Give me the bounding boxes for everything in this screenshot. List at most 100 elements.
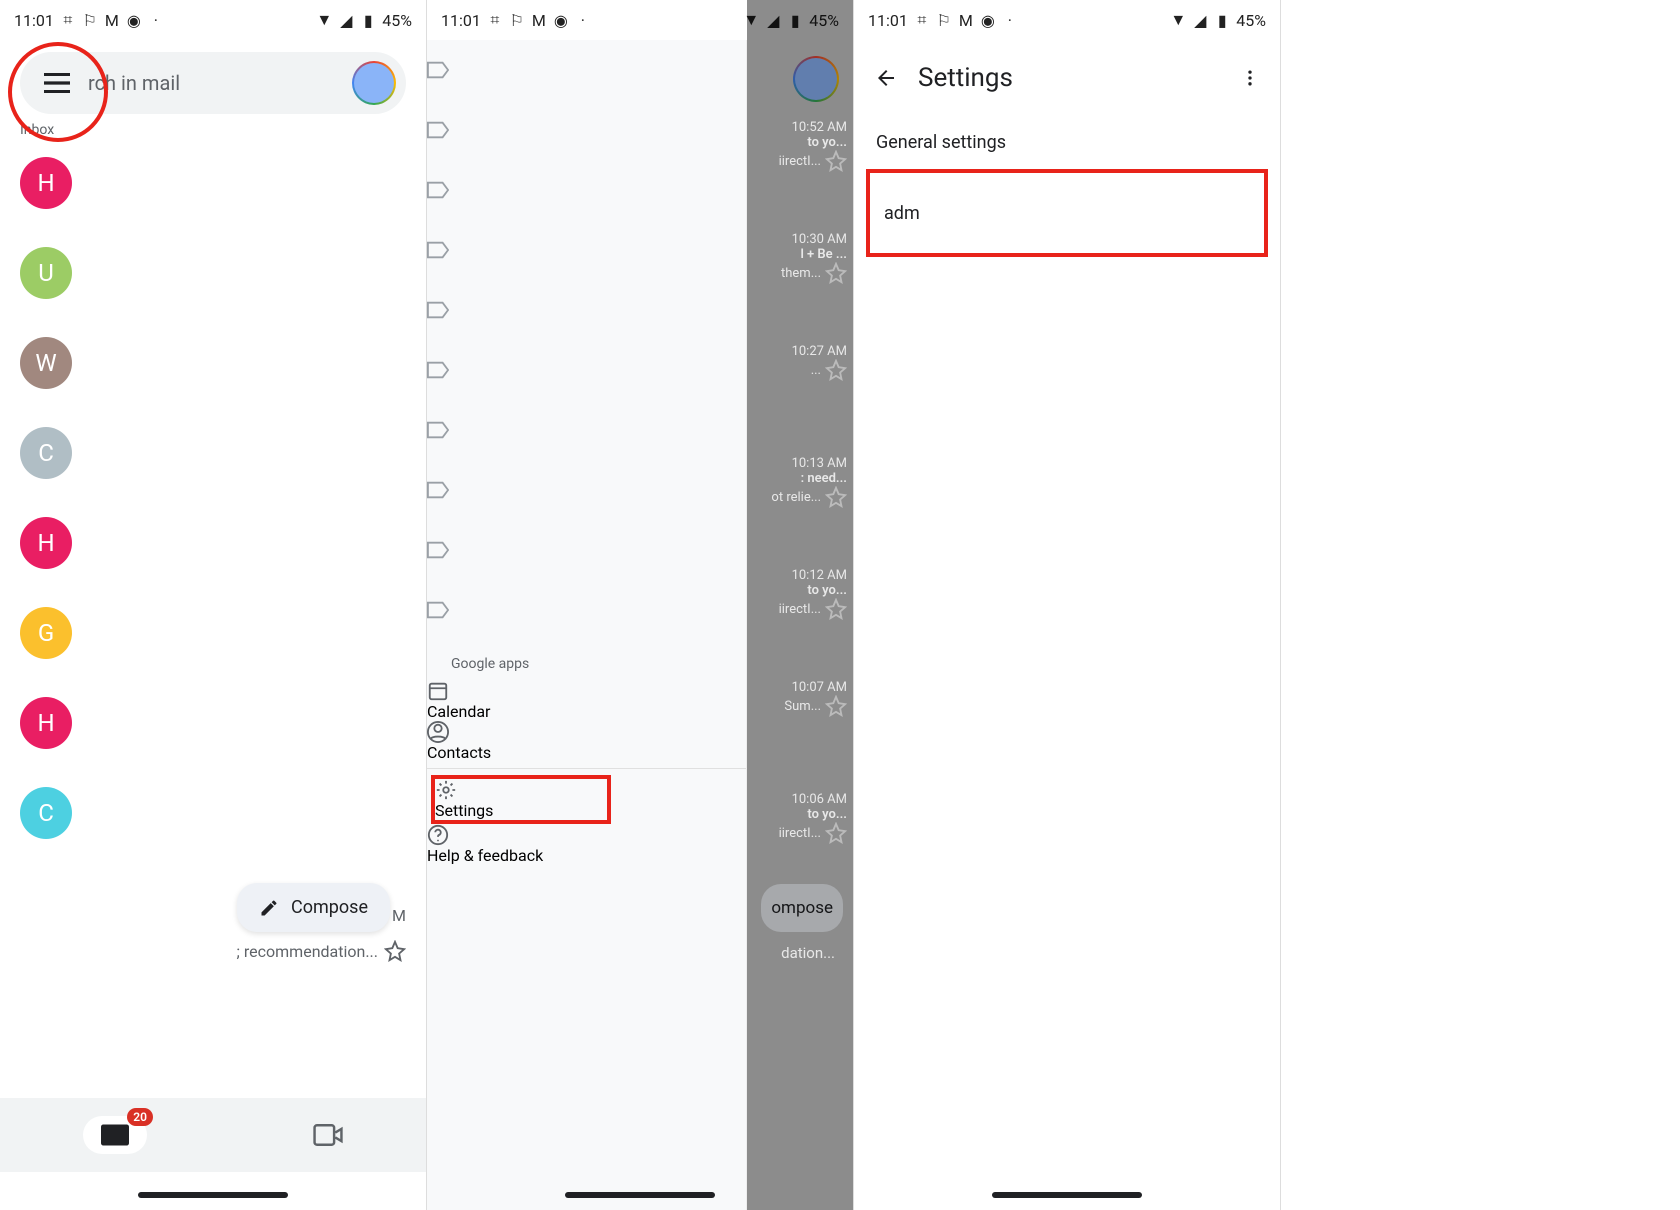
drawer-help[interactable]: Help & feedback — [427, 824, 746, 865]
peek-thread: 10:07 AMSum... — [733, 680, 847, 717]
label-icon — [427, 241, 449, 259]
star-icon — [825, 359, 847, 381]
search-placeholder: rch in mail — [88, 71, 180, 95]
home-indicator — [565, 1192, 715, 1198]
thread-row[interactable]: U — [0, 228, 426, 318]
sender-avatar: U — [20, 247, 72, 299]
slack-icon: ⌗ — [60, 12, 76, 28]
sender-avatar: G — [20, 607, 72, 659]
compose-peek: ompose — [761, 884, 843, 932]
search-bar[interactable]: rch in mail — [20, 52, 406, 114]
wifi-icon: ▼ — [316, 12, 332, 28]
panel-settings: 11:01 ⌗⚐M◉· ▼◢▮ 45% Settings General set… — [854, 0, 1281, 1210]
help-icon — [427, 824, 746, 846]
drawer-scrim[interactable]: 10:52 AMto yo...iirectI...10:30 AMl + Be… — [747, 0, 853, 1210]
settings-account-row[interactable]: adm — [866, 169, 1268, 257]
label-icon — [427, 181, 449, 199]
peek-thread: 10:27 AM... — [733, 344, 847, 381]
battery-icon: ▮ — [360, 12, 376, 28]
section-google-apps: Google apps — [427, 640, 746, 680]
peek-thread: 10:30 AMl + Be ...them... — [733, 232, 847, 284]
contacts-icon — [427, 721, 746, 743]
thread-row[interactable]: H — [0, 138, 426, 228]
star-icon — [825, 262, 847, 284]
snippet-tail: M ; recommendation... — [237, 940, 406, 962]
home-indicator — [992, 1192, 1142, 1198]
drawer-label[interactable] — [427, 400, 746, 460]
peek-thread: 10:06 AMto yo...iirectI... — [733, 792, 847, 844]
kebab-icon — [1240, 68, 1260, 88]
dot-icon: ◉ — [126, 12, 142, 28]
signal-icon: ◢ — [338, 12, 354, 28]
thread-row[interactable]: G — [0, 588, 426, 678]
home-indicator — [138, 1192, 288, 1198]
panel-inbox: 11:01 ⌗ ⚐ M ◉ · ▼ ◢ ▮ 45% rch in mail In… — [0, 0, 427, 1210]
back-button[interactable] — [874, 66, 898, 90]
thread-row[interactable]: C — [0, 768, 426, 858]
gmail-icon: M — [104, 12, 120, 28]
label-icon — [427, 61, 449, 79]
drawer-label[interactable] — [427, 460, 746, 520]
label-icon — [427, 541, 449, 559]
settings-icon — [435, 779, 607, 801]
label-icon — [427, 361, 449, 379]
drawer-contacts[interactable]: Contacts — [427, 721, 746, 762]
star-icon — [825, 486, 847, 508]
label-icon — [427, 601, 449, 619]
drawer-label[interactable] — [427, 100, 746, 160]
drawer-settings[interactable]: Settings — [431, 775, 611, 824]
nav-drawer: Google apps CalendarContacts SettingsHel… — [427, 40, 747, 1210]
page-title: Settings — [918, 63, 1013, 93]
drawer-label[interactable] — [427, 40, 746, 100]
drawer-label[interactable] — [427, 220, 746, 280]
unread-badge: 20 — [127, 1108, 153, 1126]
star-icon — [825, 150, 847, 172]
thread-row[interactable]: C — [0, 408, 426, 498]
thread-row[interactable]: H — [0, 498, 426, 588]
bottom-nav: 20 — [0, 1098, 426, 1172]
hamburger-icon[interactable] — [44, 73, 70, 93]
drawer-label[interactable] — [427, 580, 746, 640]
status-bar: 11:01 ⌗ ⚐ M ◉ · ▼ ◢ ▮ 45% — [0, 0, 426, 40]
star-icon — [825, 822, 847, 844]
sender-avatar: H — [20, 697, 72, 749]
panel-drawer: 11:01 ⌗⚐M◉· ▼◢▮ 45% Google apps Calendar… — [427, 0, 854, 1210]
account-avatar — [793, 56, 839, 102]
drawer-calendar[interactable]: Calendar — [427, 680, 746, 721]
sender-avatar: H — [20, 517, 72, 569]
star-icon — [825, 598, 847, 620]
star-icon — [825, 695, 847, 717]
nav-meet[interactable] — [313, 1124, 343, 1146]
sender-avatar: W — [20, 337, 72, 389]
drawer-label[interactable] — [427, 340, 746, 400]
overflow-menu[interactable] — [1240, 68, 1260, 88]
label-icon — [427, 301, 449, 319]
account-avatar[interactable] — [352, 61, 396, 105]
status-bar: 11:01 ⌗⚐M◉· ▼◢▮ 45% — [854, 0, 1280, 40]
peek-thread: 10:12 AMto yo...iirectI... — [733, 568, 847, 620]
star-icon[interactable] — [384, 940, 406, 962]
drawer-label[interactable] — [427, 280, 746, 340]
flag-icon: ⚐ — [82, 12, 98, 28]
thread-row[interactable]: H — [0, 678, 426, 768]
peek-thread: 10:13 AM: need...ot relie... — [733, 456, 847, 508]
snippet-peek: dation... — [781, 944, 835, 962]
pencil-icon — [259, 898, 279, 918]
drawer-label[interactable] — [427, 520, 746, 580]
arrow-left-icon — [874, 66, 898, 90]
thread-row[interactable]: W — [0, 318, 426, 408]
label-icon — [427, 481, 449, 499]
sender-avatar: H — [20, 157, 72, 209]
drawer-label[interactable] — [427, 160, 746, 220]
more-dot-icon: · — [148, 12, 164, 28]
nav-mail[interactable]: 20 — [83, 1116, 147, 1154]
compose-button[interactable]: Compose — [237, 883, 390, 932]
inbox-label: Inbox — [0, 122, 426, 138]
account-email: adm — [884, 203, 920, 224]
label-icon — [427, 421, 449, 439]
peek-thread: 10:52 AMto yo...iirectI... — [733, 120, 847, 172]
sender-avatar: C — [20, 427, 72, 479]
calendar-icon — [427, 680, 746, 702]
sender-avatar: C — [20, 787, 72, 839]
settings-general[interactable]: General settings — [854, 110, 1280, 153]
